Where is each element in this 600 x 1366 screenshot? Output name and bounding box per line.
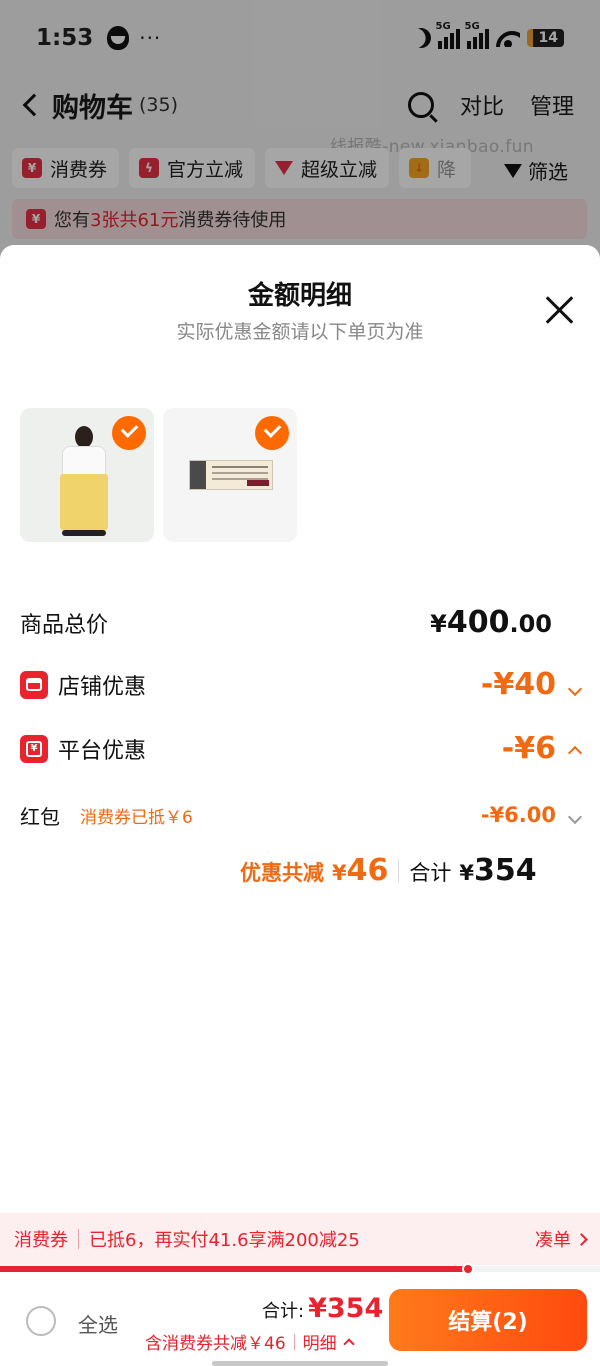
chevron-down-icon[interactable] xyxy=(567,809,583,825)
chevron-right-icon xyxy=(575,1232,588,1246)
strip-coupon-label: 消费券 xyxy=(14,1230,68,1251)
include-coupon-text: 含消费券共减￥46 xyxy=(145,1334,286,1354)
amount-detail-sheet: 金额明细 实际优惠金额请以下单页为准 商品总价 ¥ 400 .00 店铺优惠 -… xyxy=(0,245,600,1366)
detail-label: 明细 xyxy=(302,1334,337,1354)
model-pants xyxy=(60,474,108,532)
add-items-label: 凑单 xyxy=(535,1230,571,1251)
red-packet-label: 红包 xyxy=(20,805,60,829)
store-discount-row[interactable]: 店铺优惠 -¥40 xyxy=(20,667,583,702)
total-price-row: 商品总价 ¥ 400 .00 xyxy=(20,605,580,640)
total-price-cents: .00 xyxy=(509,610,552,638)
check-icon[interactable] xyxy=(112,416,146,450)
saved-value: 46 xyxy=(346,853,389,888)
platform-coupon-icon: ¥ xyxy=(20,734,48,763)
checkout-total-label: 合计: xyxy=(262,1301,305,1322)
add-items-link[interactable]: 凑单 xyxy=(535,1226,588,1252)
item-thumbnail-eraser[interactable] xyxy=(163,408,297,542)
total-price-value: 400 xyxy=(446,605,510,640)
cart-background: 1:53 ··· 5G 5G 14 购物车 (35) 对比 管理 线报酷-new… xyxy=(0,0,600,260)
total-price-label: 商品总价 xyxy=(20,612,109,638)
checkout-button[interactable]: 结算(2) xyxy=(389,1289,587,1351)
coupon-progress-bar xyxy=(0,1263,600,1275)
sheet-title: 金额明细 xyxy=(247,281,352,311)
store-discount-value: -¥40 xyxy=(480,667,556,702)
saved-label: 优惠共减 xyxy=(240,861,324,885)
saved-currency: ¥ xyxy=(332,861,347,885)
item-thumbnail-outfit[interactable] xyxy=(20,408,154,542)
model-figure xyxy=(75,426,93,448)
platform-discount-label: 平台优惠 xyxy=(58,738,147,764)
checkout-bar: 全选 合计: ¥354 含消费券共减￥46 明细 结算(2) xyxy=(0,1273,600,1366)
platform-discount-value: -¥6 xyxy=(501,731,556,766)
store-icon xyxy=(20,670,48,699)
select-all-radio[interactable] xyxy=(26,1306,56,1336)
model-top xyxy=(62,446,106,476)
red-packet-value: -¥6.00 xyxy=(480,803,556,827)
platform-discount-row[interactable]: ¥ 平台优惠 -¥6 xyxy=(20,731,583,766)
include-divider xyxy=(293,1333,295,1350)
checkout-total: 合计: ¥354 xyxy=(262,1293,383,1324)
check-icon[interactable] xyxy=(255,416,289,450)
strip-text: 已抵6，再实付41.6享满200减25 xyxy=(89,1230,360,1251)
item-thumbnails xyxy=(20,408,297,542)
red-packet-note: 消费券已抵￥6 xyxy=(80,808,193,828)
sheet-subtitle: 实际优惠金额请以下单页为准 xyxy=(176,321,424,343)
close-icon[interactable] xyxy=(545,295,575,325)
chevron-up-icon[interactable] xyxy=(567,745,583,761)
summary-divider xyxy=(398,859,400,882)
coupon-progress-strip[interactable]: 消费券 已抵6，再实付41.6享满200减25 凑单 xyxy=(0,1213,600,1265)
home-indicator[interactable] xyxy=(212,1361,388,1366)
sum-total-label: 合计 xyxy=(409,861,452,885)
progress-fill xyxy=(0,1266,468,1272)
sum-total-currency: ¥ xyxy=(459,861,474,885)
select-all-label[interactable]: 全选 xyxy=(78,1309,118,1338)
discount-summary: 优惠共减 ¥ 46 合计 ¥ 354 xyxy=(240,853,537,888)
dim-overlay[interactable] xyxy=(0,0,600,260)
currency-symbol: ¥ xyxy=(430,610,447,638)
chevron-up-icon xyxy=(342,1337,355,1350)
discount-detail-toggle[interactable]: 含消费券共减￥46 明细 xyxy=(145,1329,355,1354)
sum-total-value: 354 xyxy=(474,853,537,888)
eraser-image xyxy=(189,460,273,490)
store-discount-label: 店铺优惠 xyxy=(58,674,147,700)
model-shoes xyxy=(62,530,106,536)
strip-divider xyxy=(78,1229,79,1249)
chevron-down-icon[interactable] xyxy=(567,681,583,697)
red-packet-row[interactable]: 红包 消费券已抵￥6 -¥6.00 xyxy=(20,801,583,830)
checkout-total-value: ¥354 xyxy=(308,1293,384,1324)
